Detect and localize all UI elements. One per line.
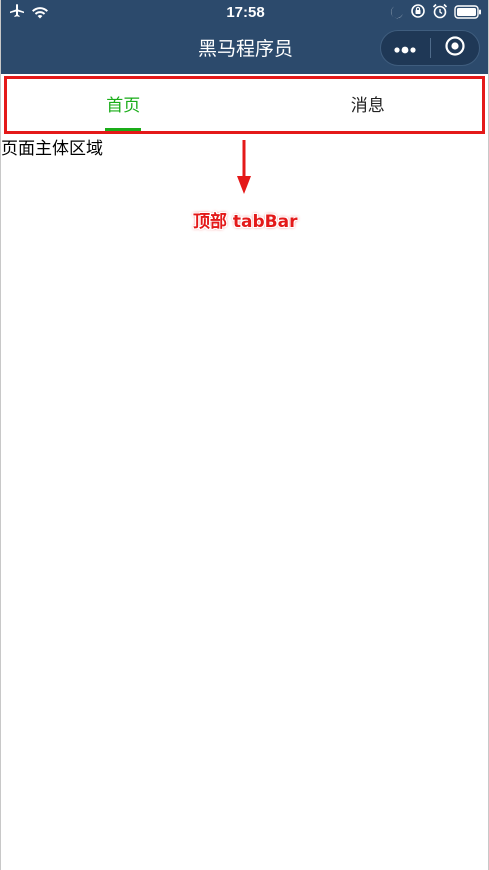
more-button[interactable]: [381, 31, 430, 65]
tab-messages[interactable]: 消息: [246, 74, 489, 132]
target-circle-icon: [444, 35, 466, 61]
active-tab-indicator: [105, 128, 142, 132]
page-body: 页面主体区域: [1, 134, 488, 870]
status-right-icons: [390, 3, 482, 23]
tab-label: 首页: [106, 95, 141, 116]
phone-screen: 17:58 黑马程序员 首页 消息 页面主体区域 顶部 tabBar: [0, 0, 489, 870]
top-tabbar: 首页 消息: [1, 74, 489, 132]
moon-icon: [390, 4, 404, 23]
annotation-label: 顶部 tabBar: [193, 212, 298, 232]
top-area: 17:58 黑马程序员: [1, 0, 488, 74]
tab-label: 消息: [350, 95, 385, 116]
more-dots-icon: [393, 39, 417, 58]
alarm-icon: [432, 3, 448, 23]
orientation-lock-icon: [410, 3, 426, 23]
capsule-menu: [380, 30, 480, 66]
close-button[interactable]: [430, 31, 479, 65]
annotation-arrow: [234, 140, 254, 194]
navigation-bar: 黑马程序员: [1, 26, 488, 74]
tab-home[interactable]: 首页: [1, 74, 246, 132]
page-body-text: 页面主体区域: [1, 139, 103, 159]
status-bar: 17:58: [1, 0, 488, 26]
battery-icon: [454, 4, 482, 23]
